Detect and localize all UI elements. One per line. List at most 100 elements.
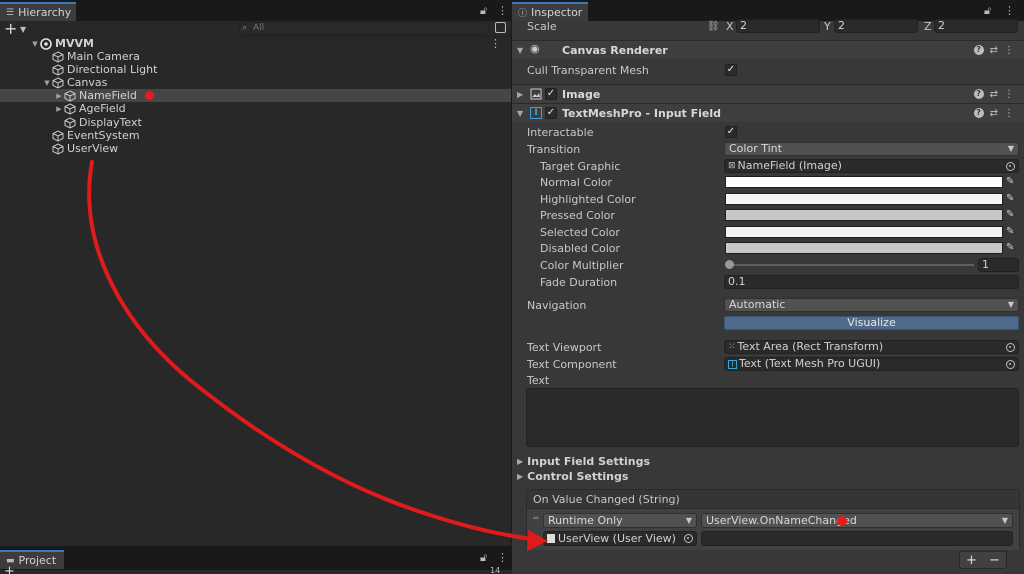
image-header[interactable]: ▶ ✓ Image ? ⇄ ⋮ xyxy=(512,84,1024,103)
color-multiplier-slider-track[interactable] xyxy=(730,264,974,266)
tree-item-displaytext[interactable]: DisplayText xyxy=(0,116,511,129)
eyedropper-icon[interactable]: ✎ xyxy=(1006,193,1018,205)
object-picker-icon[interactable] xyxy=(684,534,693,543)
eyedropper-icon[interactable]: ✎ xyxy=(1006,209,1018,221)
canvas-renderer-header[interactable]: ▼ ◉ Canvas Renderer ? ⇄ ⋮ xyxy=(512,40,1024,59)
scale-x-field[interactable]: 2 xyxy=(736,19,820,33)
tree-item-directional-light[interactable]: Directional Light xyxy=(0,63,511,76)
visualize-button[interactable]: Visualize xyxy=(724,316,1019,330)
input-field-settings-foldout[interactable]: ▶ Input Field Settings xyxy=(517,455,650,468)
color-multiplier-field[interactable]: 1 xyxy=(978,258,1019,272)
tree-item-main-camera[interactable]: Main Camera xyxy=(0,50,511,63)
lock-icon[interactable]: 🔓︎ xyxy=(480,4,487,18)
function-dropdown[interactable]: UserView.OnNameChanged ▼ xyxy=(701,513,1013,528)
lock-icon[interactable]: 🔓︎ xyxy=(480,551,487,565)
scale-y-label[interactable]: Y xyxy=(824,20,831,33)
control-settings-foldout[interactable]: ▶ Control Settings xyxy=(517,470,628,483)
help-icon[interactable]: ? xyxy=(973,107,984,118)
fade-duration-field[interactable]: 0.1 xyxy=(724,275,1019,289)
add-button[interactable]: + xyxy=(4,564,15,574)
help-icon[interactable]: ? xyxy=(973,88,984,99)
help-icon[interactable]: ? xyxy=(973,44,984,55)
interactable-checkbox[interactable]: ✓ xyxy=(725,126,737,138)
presets-icon[interactable]: ⇄ xyxy=(990,108,998,119)
navigation-dropdown[interactable]: Automatic ▼ xyxy=(724,298,1019,312)
tree-item-eventsystem[interactable]: EventSystem xyxy=(0,129,511,142)
normal-color-swatch[interactable] xyxy=(725,176,1003,188)
disabled-color-label: Disabled Color xyxy=(540,241,621,255)
scale-z-field[interactable]: 2 xyxy=(934,19,1018,33)
navigation-row: Navigation Automatic ▼ xyxy=(512,297,1024,313)
target-graphic-field[interactable]: ⊠ NameField (Image) xyxy=(724,159,1019,173)
scale-y-field[interactable]: 2 xyxy=(834,19,918,33)
kebab-icon[interactable]: ⋮ xyxy=(1004,89,1014,100)
lock-icon[interactable]: 🔓︎ xyxy=(984,4,991,18)
kebab-menu-icon[interactable]: ⋮ xyxy=(1004,4,1015,17)
object-field[interactable]: UserView (User View) xyxy=(543,531,697,546)
fold-closed-icon[interactable]: ▶ xyxy=(54,92,64,100)
tree-item-namefield[interactable]: ▶ NameField xyxy=(0,89,511,102)
chevron-down-icon: ▼ xyxy=(1001,516,1008,525)
image-enabled-checkbox[interactable]: ✓ xyxy=(545,88,557,100)
disabled-color-swatch[interactable] xyxy=(725,242,1003,254)
fold-open-icon[interactable]: ▼ xyxy=(517,109,523,118)
pressed-color-swatch[interactable] xyxy=(725,209,1003,221)
kebab-icon[interactable]: ⋮ xyxy=(1004,45,1014,56)
fold-closed-icon[interactable]: ▶ xyxy=(517,90,523,99)
kebab-menu-icon[interactable]: ⋮ xyxy=(497,4,508,17)
object-picker-icon[interactable] xyxy=(1006,162,1015,171)
selected-color-swatch[interactable] xyxy=(725,226,1003,238)
scale-z-label[interactable]: Z xyxy=(924,20,932,33)
fold-open-icon[interactable]: ▼ xyxy=(42,79,52,87)
fold-closed-icon[interactable]: ▶ xyxy=(54,105,64,113)
cull-row: Cull Transparent Mesh ✓ xyxy=(512,62,1024,78)
text-area-input[interactable] xyxy=(526,388,1019,447)
link-icon[interactable]: ⛓ xyxy=(707,21,720,32)
cull-checkbox[interactable]: ✓ xyxy=(725,64,737,76)
object-picker-icon[interactable] xyxy=(1006,343,1015,352)
input-field-enabled-checkbox[interactable]: ✓ xyxy=(545,107,557,119)
tree-item-userview[interactable]: UserView xyxy=(0,142,511,155)
scene-row[interactable]: ▼ MVVM ⋮ xyxy=(0,37,511,50)
fold-open-icon[interactable]: ▼ xyxy=(30,40,40,48)
chevron-down-icon[interactable]: ▼ xyxy=(20,25,26,34)
unity-scene-icon xyxy=(40,37,52,50)
eyedropper-icon[interactable]: ✎ xyxy=(1006,176,1018,188)
normal-color-label: Normal Color xyxy=(540,175,613,189)
fold-open-icon[interactable]: ▼ xyxy=(517,46,523,55)
highlighted-color-swatch[interactable] xyxy=(725,193,1003,205)
transition-dropdown[interactable]: Color Tint ▼ xyxy=(724,142,1019,156)
navigation-value: Automatic xyxy=(729,298,786,311)
tree-item-canvas[interactable]: ▼ Canvas xyxy=(0,76,511,89)
scene-visibility-icon[interactable] xyxy=(495,22,506,33)
object-picker-icon[interactable] xyxy=(1006,360,1015,369)
eyedropper-icon[interactable]: ✎ xyxy=(1006,226,1018,238)
kebab-icon[interactable]: ⋮ xyxy=(1004,108,1014,119)
tab-hierarchy-label: Hierarchy xyxy=(18,6,72,19)
navigation-label: Navigation xyxy=(527,298,587,312)
runtime-dropdown[interactable]: Runtime Only ▼ xyxy=(543,513,697,528)
add-button[interactable]: + xyxy=(4,19,17,38)
remove-listener-button[interactable]: − xyxy=(989,553,1000,568)
add-listener-button[interactable]: + xyxy=(966,553,977,568)
kebab-menu-icon[interactable]: ⋮ xyxy=(497,551,508,564)
drag-handle-icon[interactable]: ═ xyxy=(533,514,538,524)
visualize-row: Visualize xyxy=(512,315,1024,331)
fade-duration-label: Fade Duration xyxy=(540,275,618,289)
fade-duration-row: Fade Duration 0.1 xyxy=(512,274,1024,290)
presets-icon[interactable]: ⇄ xyxy=(990,45,998,56)
argument-field[interactable] xyxy=(701,531,1013,546)
scale-x-label[interactable]: X xyxy=(726,20,734,33)
rect-transform-icon: ⁙ xyxy=(728,342,736,352)
color-multiplier-slider-thumb[interactable] xyxy=(725,260,734,269)
tree-item-label: Main Camera xyxy=(67,50,140,63)
presets-icon[interactable]: ⇄ xyxy=(990,89,998,100)
input-field-header[interactable]: ▼ I ✓ TextMeshPro - Input Field ? ⇄ ⋮ xyxy=(512,103,1024,122)
scene-kebab-icon[interactable]: ⋮ xyxy=(490,37,501,50)
text-viewport-field[interactable]: ⁙ Text Area (Rect Transform) xyxy=(724,340,1019,354)
search-input[interactable]: ⌕ All xyxy=(238,22,490,35)
tree-item-agefield[interactable]: ▶ AgeField xyxy=(0,102,511,115)
text-component-field[interactable]: I Text (Text Mesh Pro UGUI) xyxy=(724,357,1019,371)
chevron-down-icon: ▼ xyxy=(1007,144,1014,153)
eyedropper-icon[interactable]: ✎ xyxy=(1006,242,1018,254)
